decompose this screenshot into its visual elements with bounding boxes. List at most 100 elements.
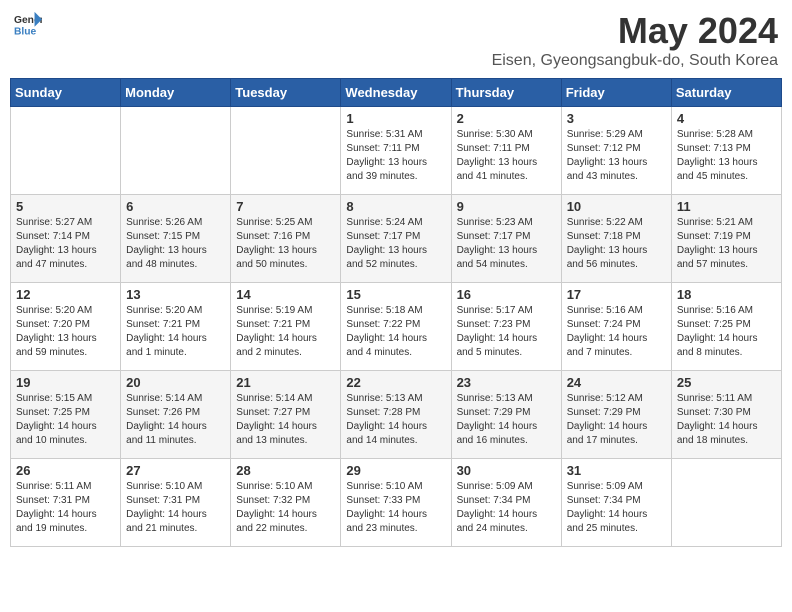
- day-info: Sunrise: 5:20 AM Sunset: 7:21 PM Dayligh…: [126, 304, 225, 360]
- header-row: Sunday Monday Tuesday Wednesday Thursday…: [11, 79, 782, 107]
- day-cell: 2Sunrise: 5:30 AM Sunset: 7:11 PM Daylig…: [451, 107, 561, 195]
- day-info: Sunrise: 5:10 AM Sunset: 7:31 PM Dayligh…: [126, 480, 225, 536]
- day-info: Sunrise: 5:27 AM Sunset: 7:14 PM Dayligh…: [16, 216, 115, 272]
- day-number: 14: [236, 287, 335, 302]
- day-info: Sunrise: 5:21 AM Sunset: 7:19 PM Dayligh…: [677, 216, 776, 272]
- day-cell: 5 Sunrise: 5:27 AM Sunset: 7:14 PM Daylig…: [11, 195, 121, 283]
- day-cell: 11 Sunrise: 5:21 AM Sunset: 7:19 PM Dayli…: [671, 195, 781, 283]
- day-number: 18: [677, 287, 776, 302]
- day-info: Sunrise: 5:13 AM Sunset: 7:28 PM Dayligh…: [346, 392, 445, 448]
- day-number: 15: [346, 287, 445, 302]
- day-info: Sunrise: 5:13 AM Sunset: 7:29 PM Dayligh…: [457, 392, 556, 448]
- week-row-1: 1 Sunrise: 5:31 AM Sunset: 7:11 PM Daylig…: [11, 107, 782, 195]
- day-cell: 8 Sunrise: 5:24 AM Sunset: 7:17 PM Daylig…: [341, 195, 451, 283]
- logo-icon: General Blue: [14, 10, 42, 38]
- day-number: 20: [126, 375, 225, 390]
- day-number: 13: [126, 287, 225, 302]
- day-number: 4: [677, 111, 776, 126]
- week-row-5: 26 Sunrise: 5:11 AM Sunset: 7:31 PM Dayli…: [11, 459, 782, 547]
- day-cell: 20 Sunrise: 5:14 AM Sunset: 7:26 PM Dayli…: [121, 371, 231, 459]
- day-cell: 19Sunrise: 5:15 AM Sunset: 7:25 PM Dayli…: [11, 371, 121, 459]
- day-cell: 16Sunrise: 5:17 AM Sunset: 7:23 PM Dayli…: [451, 283, 561, 371]
- day-cell: 14 Sunrise: 5:19 AM Sunset: 7:21 PM Dayli…: [231, 283, 341, 371]
- day-info: Sunrise: 5:14 AM Sunset: 7:26 PM Dayligh…: [126, 392, 225, 448]
- col-tuesday: Tuesday: [231, 79, 341, 107]
- day-number: 9: [457, 199, 556, 214]
- day-number: 10: [567, 199, 666, 214]
- day-info: Sunrise: 5:30 AM Sunset: 7:11 PM Dayligh…: [457, 128, 556, 184]
- day-cell: 12Sunrise: 5:20 AM Sunset: 7:20 PM Dayli…: [11, 283, 121, 371]
- title-area: May 2024 Eisen, Gyeongsangbuk-do, South …: [492, 10, 778, 70]
- day-cell: [231, 107, 341, 195]
- day-cell: 4 Sunrise: 5:28 AM Sunset: 7:13 PM Daylig…: [671, 107, 781, 195]
- day-cell: 22 Sunrise: 5:13 AM Sunset: 7:28 PM Dayli…: [341, 371, 451, 459]
- day-info: Sunrise: 5:10 AM Sunset: 7:33 PM Dayligh…: [346, 480, 445, 536]
- day-cell: 17Sunrise: 5:16 AM Sunset: 7:24 PM Dayli…: [561, 283, 671, 371]
- day-number: 29: [346, 463, 445, 478]
- day-cell: 9 Sunrise: 5:23 AM Sunset: 7:17 PM Daylig…: [451, 195, 561, 283]
- calendar-body: 1 Sunrise: 5:31 AM Sunset: 7:11 PM Daylig…: [11, 107, 782, 547]
- day-cell: 18Sunrise: 5:16 AM Sunset: 7:25 PM Dayli…: [671, 283, 781, 371]
- day-cell: 28 Sunrise: 5:10 AM Sunset: 7:32 PM Dayli…: [231, 459, 341, 547]
- day-cell: 1 Sunrise: 5:31 AM Sunset: 7:11 PM Daylig…: [341, 107, 451, 195]
- day-info: Sunrise: 5:24 AM Sunset: 7:17 PM Dayligh…: [346, 216, 445, 272]
- day-number: 16: [457, 287, 556, 302]
- day-number: 31: [567, 463, 666, 478]
- day-number: 30: [457, 463, 556, 478]
- day-number: 28: [236, 463, 335, 478]
- logo: General Blue: [14, 10, 42, 38]
- day-cell: 3 Sunrise: 5:29 AM Sunset: 7:12 PM Daylig…: [561, 107, 671, 195]
- calendar-title: May 2024: [492, 10, 778, 52]
- day-cell: 15 Sunrise: 5:18 AM Sunset: 7:22 PM Dayli…: [341, 283, 451, 371]
- day-info: Sunrise: 5:09 AM Sunset: 7:34 PM Dayligh…: [567, 480, 666, 536]
- week-row-3: 12Sunrise: 5:20 AM Sunset: 7:20 PM Dayli…: [11, 283, 782, 371]
- day-number: 8: [346, 199, 445, 214]
- calendar-header: Sunday Monday Tuesday Wednesday Thursday…: [11, 79, 782, 107]
- day-number: 11: [677, 199, 776, 214]
- day-info: Sunrise: 5:26 AM Sunset: 7:15 PM Dayligh…: [126, 216, 225, 272]
- calendar-subtitle: Eisen, Gyeongsangbuk-do, South Korea: [492, 52, 778, 70]
- day-info: Sunrise: 5:11 AM Sunset: 7:30 PM Dayligh…: [677, 392, 776, 448]
- day-info: Sunrise: 5:10 AM Sunset: 7:32 PM Dayligh…: [236, 480, 335, 536]
- day-cell: 25 Sunrise: 5:11 AM Sunset: 7:30 PM Dayli…: [671, 371, 781, 459]
- day-info: Sunrise: 5:28 AM Sunset: 7:13 PM Dayligh…: [677, 128, 776, 184]
- svg-text:Blue: Blue: [14, 26, 37, 37]
- day-number: 7: [236, 199, 335, 214]
- day-cell: 29 Sunrise: 5:10 AM Sunset: 7:33 PM Dayli…: [341, 459, 451, 547]
- day-cell: [671, 459, 781, 547]
- day-cell: 21Sunrise: 5:14 AM Sunset: 7:27 PM Dayli…: [231, 371, 341, 459]
- day-number: 3: [567, 111, 666, 126]
- day-info: Sunrise: 5:11 AM Sunset: 7:31 PM Dayligh…: [16, 480, 115, 536]
- header: General Blue May 2024 Eisen, Gyeongsangb…: [10, 10, 782, 70]
- day-info: Sunrise: 5:19 AM Sunset: 7:21 PM Dayligh…: [236, 304, 335, 360]
- week-row-4: 19Sunrise: 5:15 AM Sunset: 7:25 PM Dayli…: [11, 371, 782, 459]
- day-info: Sunrise: 5:23 AM Sunset: 7:17 PM Dayligh…: [457, 216, 556, 272]
- day-cell: 13 Sunrise: 5:20 AM Sunset: 7:21 PM Dayli…: [121, 283, 231, 371]
- day-number: 12: [16, 287, 115, 302]
- col-monday: Monday: [121, 79, 231, 107]
- day-cell: 24Sunrise: 5:12 AM Sunset: 7:29 PM Dayli…: [561, 371, 671, 459]
- day-info: Sunrise: 5:22 AM Sunset: 7:18 PM Dayligh…: [567, 216, 666, 272]
- day-cell: [11, 107, 121, 195]
- day-number: 25: [677, 375, 776, 390]
- day-info: Sunrise: 5:25 AM Sunset: 7:16 PM Dayligh…: [236, 216, 335, 272]
- calendar-table: Sunday Monday Tuesday Wednesday Thursday…: [10, 78, 782, 547]
- day-cell: 30Sunrise: 5:09 AM Sunset: 7:34 PM Dayli…: [451, 459, 561, 547]
- day-number: 5: [16, 199, 115, 214]
- day-cell: 27Sunrise: 5:10 AM Sunset: 7:31 PM Dayli…: [121, 459, 231, 547]
- day-info: Sunrise: 5:14 AM Sunset: 7:27 PM Dayligh…: [236, 392, 335, 448]
- day-info: Sunrise: 5:29 AM Sunset: 7:12 PM Dayligh…: [567, 128, 666, 184]
- week-row-2: 5 Sunrise: 5:27 AM Sunset: 7:14 PM Daylig…: [11, 195, 782, 283]
- day-number: 22: [346, 375, 445, 390]
- day-number: 19: [16, 375, 115, 390]
- day-info: Sunrise: 5:18 AM Sunset: 7:22 PM Dayligh…: [346, 304, 445, 360]
- day-info: Sunrise: 5:12 AM Sunset: 7:29 PM Dayligh…: [567, 392, 666, 448]
- col-friday: Friday: [561, 79, 671, 107]
- day-cell: 31 Sunrise: 5:09 AM Sunset: 7:34 PM Dayli…: [561, 459, 671, 547]
- day-cell: 23Sunrise: 5:13 AM Sunset: 7:29 PM Dayli…: [451, 371, 561, 459]
- day-info: Sunrise: 5:31 AM Sunset: 7:11 PM Dayligh…: [346, 128, 445, 184]
- day-number: 26: [16, 463, 115, 478]
- col-saturday: Saturday: [671, 79, 781, 107]
- day-number: 1: [346, 111, 445, 126]
- day-cell: [121, 107, 231, 195]
